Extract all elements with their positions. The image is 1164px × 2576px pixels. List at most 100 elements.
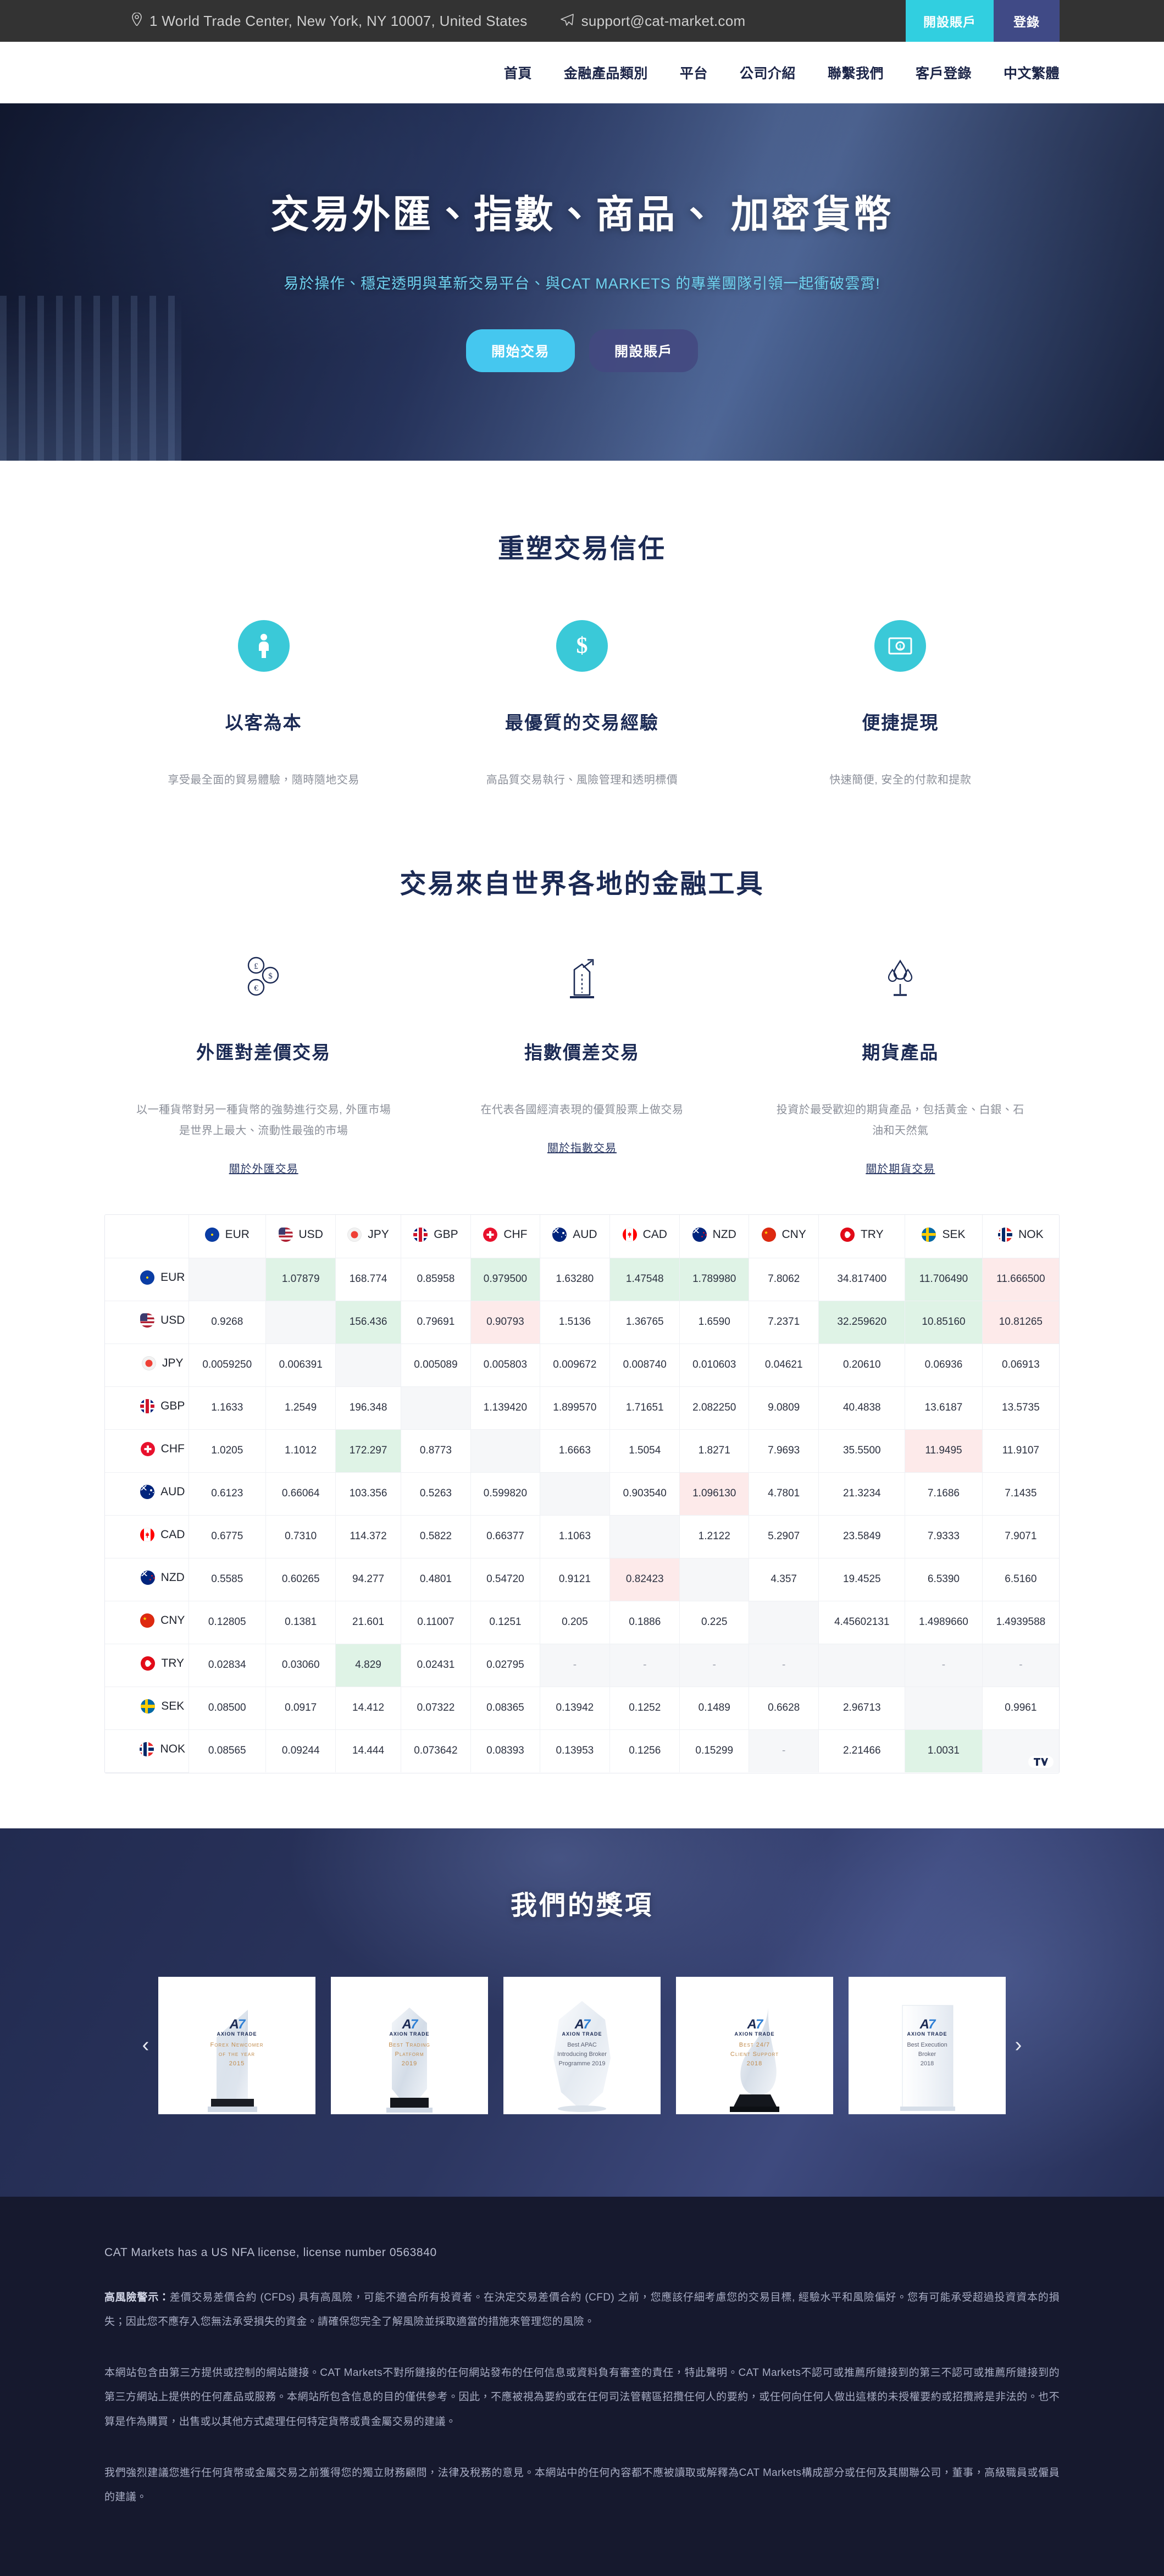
fx-rate-cell[interactable]: 0.1886	[609, 1601, 680, 1644]
award-card[interactable]: A7 AXION TRADE Best Execution Broker 2018	[849, 1976, 1006, 2114]
fx-rate-cell[interactable]: 1.1012	[265, 1429, 336, 1473]
fx-rate-cell[interactable]: 1.139420	[470, 1386, 540, 1430]
fx-rate-cell[interactable]: 7.9333	[905, 1515, 983, 1558]
fx-rate-cell[interactable]: 94.277	[335, 1558, 401, 1601]
fx-rate-cell[interactable]: 6.5160	[982, 1558, 1059, 1601]
carousel-prev-button[interactable]: ‹	[133, 2033, 158, 2057]
fx-rate-cell[interactable]: 2.082250	[679, 1386, 749, 1430]
fx-rate-cell[interactable]: 19.4525	[818, 1558, 906, 1601]
fx-rate-cell[interactable]: 0.1489	[679, 1687, 749, 1730]
fx-rate-cell[interactable]: 0.5585	[189, 1558, 266, 1601]
fx-rate-cell[interactable]: 0.11007	[401, 1601, 472, 1644]
fx-rate-cell[interactable]: 0.009672	[540, 1344, 611, 1387]
fx-rate-cell[interactable]: 35.5500	[818, 1429, 906, 1473]
fx-rate-cell[interactable]: 0.9268	[189, 1301, 266, 1344]
fx-rate-cell[interactable]: 0.60265	[265, 1558, 336, 1601]
nav-item-platform[interactable]: 平台	[680, 63, 708, 82]
fx-rate-cell[interactable]: -	[982, 1644, 1059, 1687]
fx-rate-cell[interactable]: 1.096130	[679, 1472, 749, 1516]
fx-rate-cell[interactable]: 11.9107	[982, 1429, 1059, 1473]
fx-rate-cell[interactable]: 0.1251	[470, 1601, 540, 1644]
fx-rate-cell[interactable]: 0.15299	[679, 1729, 749, 1772]
fx-rate-cell[interactable]: 13.6187	[905, 1386, 983, 1430]
fx-rate-cell[interactable]: 0.6628	[749, 1687, 819, 1730]
fx-rate-cell[interactable]	[749, 1601, 819, 1644]
fx-rate-cell[interactable]: 0.599820	[470, 1472, 540, 1516]
fx-rate-cell[interactable]: 0.0917	[265, 1687, 336, 1730]
fx-rate-cell[interactable]: 1.4989660	[905, 1601, 983, 1644]
fx-rate-cell[interactable]: 0.13953	[540, 1729, 611, 1772]
fx-rate-cell[interactable]: 0.13942	[540, 1687, 611, 1730]
fx-rate-cell[interactable]: 14.444	[335, 1729, 401, 1772]
fx-rate-cell[interactable]: 7.8062	[749, 1258, 819, 1301]
fx-rate-cell[interactable]: 0.7310	[265, 1515, 336, 1558]
fx-rate-cell[interactable]: 0.205	[540, 1601, 611, 1644]
fx-rate-cell[interactable]: 0.225	[679, 1601, 749, 1644]
nav-item-home[interactable]: 首頁	[504, 63, 532, 82]
fx-rate-cell[interactable]: -	[749, 1644, 819, 1687]
nav-item-client-login[interactable]: 客戶登錄	[916, 63, 972, 82]
carousel-next-button[interactable]: ›	[1006, 2033, 1031, 2057]
fx-rate-cell[interactable]: 1.36765	[609, 1301, 680, 1344]
fx-rate-cell[interactable]: 0.06913	[982, 1344, 1059, 1387]
nav-item-about[interactable]: 公司介紹	[740, 63, 796, 82]
fx-rate-cell[interactable]: 6.5390	[905, 1558, 983, 1601]
fx-rate-cell[interactable]: 0.12805	[189, 1601, 266, 1644]
fx-rate-cell[interactable]: 1.4939588	[982, 1601, 1059, 1644]
email-item[interactable]: support@cat-market.com	[560, 13, 746, 30]
fx-rate-cell[interactable]: 0.66064	[265, 1472, 336, 1516]
award-card[interactable]: A7 AXION TRADE Best 24/7 Client Support 20…	[676, 1976, 833, 2114]
nav-item-contact[interactable]: 聯繫我們	[828, 63, 884, 82]
fx-rate-cell[interactable]: 0.07322	[401, 1687, 472, 1730]
fx-rate-cell[interactable]: 1.1063	[540, 1515, 611, 1558]
fx-rate-cell[interactable]: 1.899570	[540, 1386, 611, 1430]
fx-rate-cell[interactable]: 0.005089	[401, 1344, 472, 1387]
award-card[interactable]: A7 AXION TRADE Forex Newcomer of the year …	[158, 1976, 315, 2114]
fx-rate-cell[interactable]: 7.2371	[749, 1301, 819, 1344]
fx-rate-cell[interactable]: 0.979500	[470, 1258, 540, 1301]
fx-rate-cell[interactable]: 2.21466	[818, 1729, 906, 1772]
fx-rate-cell[interactable]: 0.82423	[609, 1558, 680, 1601]
fx-rate-cell[interactable]: 0.54720	[470, 1558, 540, 1601]
fx-rate-cell[interactable]: 4.829	[335, 1644, 401, 1687]
fx-rate-cell[interactable]: 0.6123	[189, 1472, 266, 1516]
instrument-card-link[interactable]: 關於期貨交易	[866, 1160, 935, 1176]
fx-rate-cell[interactable]: 0.8773	[401, 1429, 472, 1473]
fx-rate-cell[interactable]	[540, 1472, 611, 1516]
fx-rate-cell[interactable]: 0.08500	[189, 1687, 266, 1730]
fx-rate-cell[interactable]: 0.5263	[401, 1472, 472, 1516]
fx-rate-cell[interactable]: 0.006391	[265, 1344, 336, 1387]
fx-rate-cell[interactable]: 7.1686	[905, 1472, 983, 1516]
fx-rate-cell[interactable]: 1.8271	[679, 1429, 749, 1473]
fx-rate-cell[interactable]: -	[905, 1644, 983, 1687]
fx-rate-cell[interactable]: -	[749, 1729, 819, 1772]
fx-rate-cell[interactable]: 32.259620	[818, 1301, 906, 1344]
fx-rate-cell[interactable]	[401, 1386, 472, 1430]
forex-cross-rates-table[interactable]: EUR USD JPY GBP CHF AUD CAD NZD CNY TRY SEK NOK EUR…	[104, 1214, 1060, 1773]
instrument-card-link[interactable]: 關於外匯交易	[229, 1160, 298, 1176]
fx-rate-cell[interactable]: 11.9495	[905, 1429, 983, 1473]
fx-rate-cell[interactable]: 1.5054	[609, 1429, 680, 1473]
fx-rate-cell[interactable]: 21.3234	[818, 1472, 906, 1516]
fx-rate-cell[interactable]: 0.6775	[189, 1515, 266, 1558]
fx-rate-cell[interactable]: 0.08393	[470, 1729, 540, 1772]
fx-rate-cell[interactable]: 156.436	[335, 1301, 401, 1344]
fx-rate-cell[interactable]: 21.601	[335, 1601, 401, 1644]
fx-rate-cell[interactable]: 4.7801	[749, 1472, 819, 1516]
fx-rate-cell[interactable]: 0.04621	[749, 1344, 819, 1387]
fx-rate-cell[interactable]: 40.4838	[818, 1386, 906, 1430]
fx-rate-cell[interactable]: 1.6663	[540, 1429, 611, 1473]
fx-rate-cell[interactable]: 11.706490	[905, 1258, 983, 1301]
fx-rate-cell[interactable]: 0.1381	[265, 1601, 336, 1644]
fx-rate-cell[interactable]: 196.348	[335, 1386, 401, 1430]
fx-rate-cell[interactable]: 0.02431	[401, 1644, 472, 1687]
fx-rate-cell[interactable]: 11.666500	[982, 1258, 1059, 1301]
nav-link[interactable]: 客戶登錄	[916, 66, 972, 81]
fx-rate-cell[interactable]: 172.297	[335, 1429, 401, 1473]
fx-rate-cell[interactable]: 9.0809	[749, 1386, 819, 1430]
fx-rate-cell[interactable]: 0.06936	[905, 1344, 983, 1387]
fx-rate-cell[interactable]: 2.96713	[818, 1687, 906, 1730]
fx-rate-cell[interactable]: 0.008740	[609, 1344, 680, 1387]
nav-link[interactable]: 公司介紹	[740, 66, 796, 81]
fx-rate-cell[interactable]: 0.9961	[982, 1687, 1059, 1730]
